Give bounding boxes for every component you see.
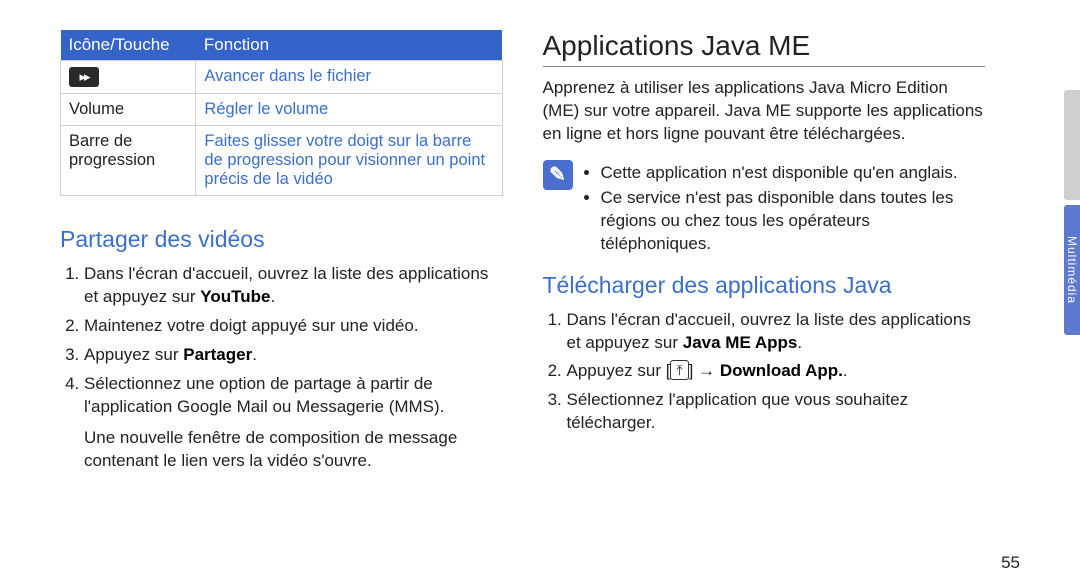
java-me-intro: Apprenez à utiliser les applications Jav… (543, 77, 986, 146)
table-row: ▸▸ Avancer dans le fichier (61, 61, 503, 94)
note-icon: ✎ (543, 160, 573, 190)
share-steps-list: Dans l'écran d'accueil, ouvrez la liste … (60, 263, 503, 473)
cell-function: Régler le volume (196, 94, 502, 126)
th-icon: Icône/Touche (61, 30, 196, 61)
note-item: Ce service n'est pas disponible dans tou… (601, 187, 986, 256)
list-item: Dans l'écran d'accueil, ouvrez la liste … (567, 309, 986, 355)
note-box: ✎ Cette application n'est disponible qu'… (543, 160, 986, 258)
list-item: Appuyez sur Partager. (84, 344, 503, 367)
share-videos-heading: Partager des vidéos (60, 226, 503, 253)
list-item: Maintenez votre doigt appuyé sur une vid… (84, 315, 503, 338)
cell-function: Avancer dans le fichier (196, 61, 502, 94)
list-item: Sélectionnez une option de partage à par… (84, 373, 503, 473)
list-item: Appuyez sur [⤒] → Download App.. (567, 360, 986, 383)
download-steps-list: Dans l'écran d'accueil, ouvrez la liste … (543, 309, 986, 436)
page-number: 55 (1001, 553, 1020, 573)
list-item: Sélectionnez l'application que vous souh… (567, 389, 986, 435)
side-tab-grey (1064, 90, 1080, 200)
upload-key-icon: ⤒ (670, 360, 688, 380)
side-tab-multimedia: Multimédia (1064, 205, 1080, 335)
share-footer: Une nouvelle fenêtre de composition de m… (84, 427, 503, 473)
table-row: Barre de progression Faites glisser votr… (61, 126, 503, 196)
download-java-heading: Télécharger des applications Java (543, 272, 986, 299)
th-function: Fonction (196, 30, 502, 61)
cell-function: Faites glisser votre doigt sur la barre … (196, 126, 502, 196)
fast-forward-icon: ▸▸ (69, 67, 99, 87)
table-row: Volume Régler le volume (61, 94, 503, 126)
cell-icon: Barre de progression (61, 126, 196, 196)
note-list: Cette application n'est disponible qu'en… (583, 160, 986, 258)
cell-icon: Volume (61, 94, 196, 126)
cell-icon: ▸▸ (61, 61, 196, 94)
icon-function-table: Icône/Touche Fonction ▸▸ Avancer dans le… (60, 30, 503, 196)
note-item: Cette application n'est disponible qu'en… (601, 162, 986, 185)
java-me-heading: Applications Java ME (543, 30, 986, 67)
list-item: Dans l'écran d'accueil, ouvrez la liste … (84, 263, 503, 309)
